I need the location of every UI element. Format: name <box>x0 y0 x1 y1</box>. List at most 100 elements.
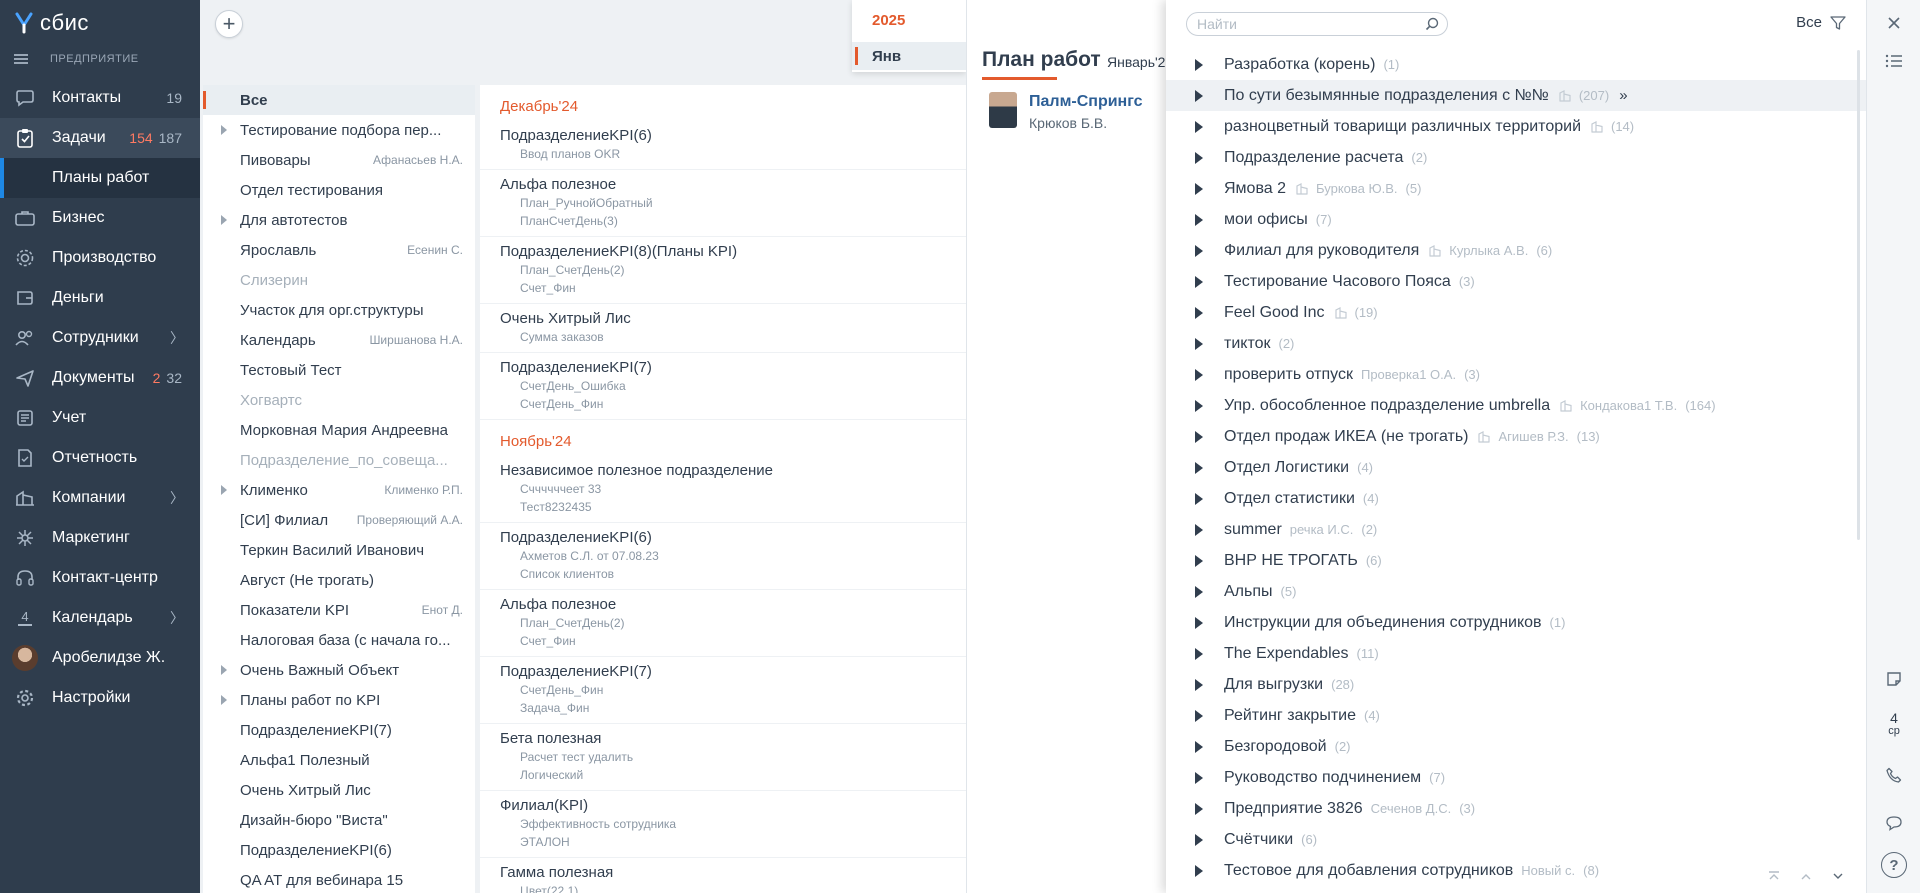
year-label[interactable]: 2025 <box>872 12 905 29</box>
folder-item[interactable]: Участок для орг.структуры <box>203 295 475 325</box>
help-icon[interactable]: ? <box>1881 852 1907 878</box>
expand-triangle-icon[interactable] <box>1195 400 1203 412</box>
month-item-selected[interactable]: Янв <box>852 42 966 70</box>
nav-item-documents[interactable]: Документы 2 32 <box>0 358 200 398</box>
expand-triangle-icon[interactable] <box>1195 555 1203 567</box>
plan-item[interactable]: Альфа полезное План_РучнойОбратный ПланСче… <box>480 170 966 237</box>
folder-item[interactable]: Отдел тестирования <box>203 175 475 205</box>
department-item[interactable]: По сути безымянные подразделения с №№ (20… <box>1166 80 1866 111</box>
expand-triangle-icon[interactable] <box>1195 369 1203 381</box>
expand-triangle-icon[interactable] <box>1195 679 1203 691</box>
expand-triangle-icon[interactable] <box>1195 524 1203 536</box>
expand-triangle-icon[interactable] <box>1195 307 1203 319</box>
folder-item[interactable]: Календарь Ширшанова Н.А. <box>203 325 475 355</box>
folder-item[interactable]: Все <box>203 85 475 115</box>
nav-item-companies[interactable]: Компании 〉 <box>0 478 200 518</box>
department-item[interactable]: разноцветный товарищи различных территор… <box>1166 111 1866 142</box>
plan-item[interactable]: Филиал(KPI) Эффективность сотрудника ЭТАЛО… <box>480 791 966 858</box>
calendar-widget[interactable]: 4 ср <box>1879 711 1909 738</box>
scroll-up-icon[interactable] <box>1790 865 1822 887</box>
chat-icon[interactable] <box>1879 808 1909 838</box>
employee-name-link[interactable]: Палм-Спрингс <box>1029 93 1143 111</box>
plan-item[interactable]: Гамма полезная Цвет(22.1) <box>480 858 966 893</box>
nav-item-accounting[interactable]: Учет <box>0 398 200 438</box>
department-item[interactable]: Ямова 2 Буркова Ю.В. (5) <box>1166 173 1866 204</box>
plan-item[interactable]: ПодразделениеKPI(6) Ввод планов OKR <box>480 121 966 170</box>
folder-item[interactable]: Теркин Василий Иванович <box>203 535 475 565</box>
department-item[interactable]: Отдел статистики (4) <box>1166 483 1866 514</box>
search-input[interactable] <box>1197 16 1417 32</box>
expand-arrow-icon[interactable] <box>221 665 227 675</box>
folder-item[interactable]: Планы работ по KPI <box>203 685 475 715</box>
folder-item[interactable]: Хогвартс <box>203 385 475 415</box>
plan-item[interactable]: Независимое полезное подразделение Сччччч… <box>480 456 966 523</box>
nav-item-tasks[interactable]: Задачи 154 187 <box>0 118 200 158</box>
department-item[interactable]: Руководство подчинением (7) <box>1166 762 1866 793</box>
expand-triangle-icon[interactable] <box>1195 865 1203 877</box>
expand-triangle-icon[interactable] <box>1195 617 1203 629</box>
plan-item[interactable]: ПодразделениеKPI(7) СчетДень_Фин Задача_Фи… <box>480 657 966 724</box>
plan-item[interactable]: ПодразделениеKPI(8)(Планы KPI) План_СчетД… <box>480 237 966 304</box>
expand-triangle-icon[interactable] <box>1195 214 1203 226</box>
nav-item-contact-center[interactable]: Контакт-центр <box>0 558 200 598</box>
expand-triangle-icon[interactable] <box>1195 276 1203 288</box>
folder-item[interactable]: Морковная Мария Андреевна <box>203 415 475 445</box>
folder-item[interactable]: Налоговая база (с начала го... <box>203 625 475 655</box>
expand-triangle-icon[interactable] <box>1195 338 1203 350</box>
plan-item[interactable]: Очень Хитрый Лис Сумма заказов <box>480 304 966 353</box>
plan-item[interactable]: Альфа полезное План_СчетДень(2) Счет_Фин <box>480 590 966 657</box>
department-item[interactable]: Подразделение расчета (2) <box>1166 142 1866 173</box>
folder-item[interactable]: Для автотестов <box>203 205 475 235</box>
nav-item-business[interactable]: Бизнес <box>0 198 200 238</box>
plan-item[interactable]: ПодразделениеKPI(7) СчетДень_Ошибка СчетДе… <box>480 353 966 420</box>
department-item[interactable]: проверить отпуск Проверка1 О.А. (3) <box>1166 359 1866 390</box>
expand-triangle-icon[interactable] <box>1195 803 1203 815</box>
folder-item[interactable]: QA AT для вебинара 15 <box>203 865 475 893</box>
expand-triangle-icon[interactable] <box>1195 586 1203 598</box>
expand-triangle-icon[interactable] <box>1195 834 1203 846</box>
department-item[interactable]: The Expendables (11) <box>1166 638 1866 669</box>
note-icon[interactable] <box>1879 664 1909 694</box>
folder-item[interactable]: Слизерин <box>203 265 475 295</box>
department-item[interactable]: summer речка И.С. (2) <box>1166 514 1866 545</box>
expand-arrow-icon[interactable] <box>221 215 227 225</box>
folder-item[interactable]: Очень Важный Объект <box>203 655 475 685</box>
expand-triangle-icon[interactable] <box>1195 648 1203 660</box>
expand-triangle-icon[interactable] <box>1195 90 1203 102</box>
expand-triangle-icon[interactable] <box>1195 245 1203 257</box>
folder-item[interactable]: Август (Не трогать) <box>203 565 475 595</box>
department-item[interactable]: Тестирование Часового Пояса (3) <box>1166 266 1866 297</box>
folder-item[interactable]: ПодразделениеKPI(6) <box>203 835 475 865</box>
search-icon[interactable] <box>1425 17 1439 31</box>
department-item[interactable]: Разработка (корень) (1) <box>1166 49 1866 80</box>
folder-item[interactable]: Дизайн-бюро "Виста" <box>203 805 475 835</box>
expand-triangle-icon[interactable] <box>1195 183 1203 195</box>
department-item[interactable]: Предприятие 3826 Сеченов Д.С. (3) <box>1166 793 1866 824</box>
scrollbar[interactable] <box>1857 50 1860 540</box>
department-item[interactable]: мои офисы (7) <box>1166 204 1866 235</box>
nav-item-settings[interactable]: Настройки <box>0 678 200 718</box>
nav-subitem-work-plans[interactable]: Планы работ <box>0 158 200 198</box>
nav-item-contacts[interactable]: Контакты 19 <box>0 78 200 118</box>
folder-item[interactable]: Показатели KPI Енот Д. <box>203 595 475 625</box>
expand-triangle-icon[interactable] <box>1195 152 1203 164</box>
phone-icon[interactable] <box>1879 760 1909 790</box>
scroll-top-icon[interactable] <box>1758 865 1790 887</box>
department-item[interactable]: ВНР НЕ ТРОГАТЬ (6) <box>1166 545 1866 576</box>
expand-triangle-icon[interactable] <box>1195 59 1203 71</box>
filter-button[interactable]: Все <box>1796 14 1846 31</box>
period-label[interactable]: Январь'2 <box>1107 54 1165 70</box>
expand-triangle-icon[interactable] <box>1195 431 1203 443</box>
expand-arrow-icon[interactable] <box>221 125 227 135</box>
expand-triangle-icon[interactable] <box>1195 121 1203 133</box>
expand-arrow-icon[interactable] <box>221 695 227 705</box>
list-view-icon[interactable] <box>1879 46 1909 76</box>
app-logo[interactable]: сбис <box>14 8 89 38</box>
plan-item[interactable]: ПодразделениеKPI(6) Ахметов С.Л. от 07.08… <box>480 523 966 590</box>
department-item[interactable]: Безгородовой (2) <box>1166 731 1866 762</box>
menu-icon[interactable] <box>14 54 28 64</box>
expand-triangle-icon[interactable] <box>1195 462 1203 474</box>
folder-item[interactable]: Подразделение_по_совеща... <box>203 445 475 475</box>
folder-item[interactable]: Клименко Клименко Р.П. <box>203 475 475 505</box>
plan-item[interactable]: Бета полезная Расчет тест удалить Логическ… <box>480 724 966 791</box>
